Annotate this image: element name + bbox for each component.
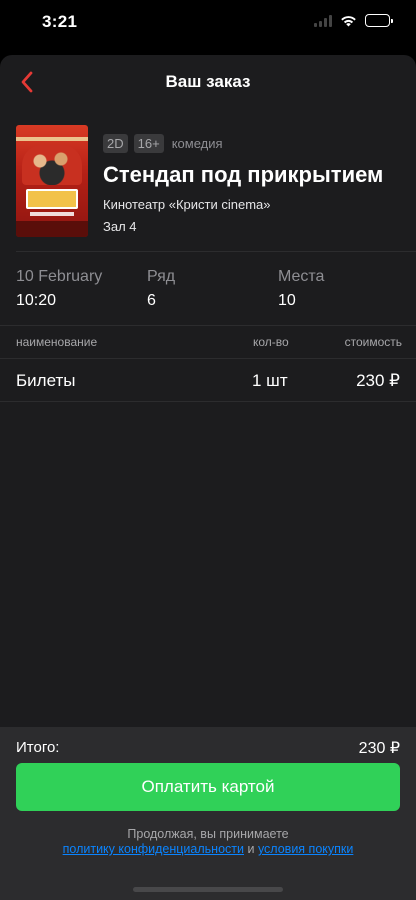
status-bar: 3:21: [0, 0, 416, 46]
format-badge: 2D: [103, 133, 128, 153]
item-cost: 230 ₽: [356, 371, 400, 390]
movie-poster: [16, 125, 88, 237]
session-date: 10 February 10:20: [16, 268, 102, 310]
movie-title: Стендап под прикрытием: [103, 162, 384, 187]
status-icons: [314, 14, 393, 27]
order-sheet: Ваш заказ 2D 16+ комедия Стендап под при…: [0, 55, 416, 900]
order-table-header: наименование кол-во стоимость: [0, 326, 416, 358]
consent-and: и: [247, 842, 255, 856]
session-seats: Места 10: [278, 268, 324, 310]
page-title: Ваш заказ: [165, 72, 251, 91]
seats-value: 10: [278, 292, 296, 309]
date-label: 10 February: [16, 268, 103, 285]
total-label: Итого:: [16, 739, 60, 756]
column-name-header: наименование: [16, 335, 98, 349]
item-name: Билеты: [16, 371, 76, 390]
battery-icon: [365, 14, 393, 27]
session-details: 10 February 10:20 Ряд 6 Места 10: [0, 252, 416, 325]
seats-label: Места: [278, 268, 325, 285]
home-indicator: [133, 887, 283, 892]
movie-card: 2D 16+ комедия Стендап под прикрытием Ки…: [0, 111, 416, 251]
checkout-footer: Итого: 230 ₽ Оплатить картой Продолжая, …: [0, 727, 416, 900]
privacy-policy-link[interactable]: политику конфиденциальности: [63, 842, 244, 856]
divider: [0, 401, 416, 402]
movie-info: 2D 16+ комедия Стендап под прикрытием Ки…: [103, 133, 406, 234]
genre-label: комедия: [171, 135, 223, 151]
row-label: Ряд: [147, 268, 176, 285]
status-time: 3:21: [42, 12, 78, 31]
movie-tags: 2D 16+ комедия: [103, 133, 406, 153]
age-rating-badge: 16+: [133, 133, 164, 153]
pay-by-card-button[interactable]: Оплатить картой: [16, 763, 400, 811]
cinema-name: Кинотеатр «Кристи cinema»: [103, 197, 271, 212]
time-value: 10:20: [16, 292, 57, 309]
session-row: Ряд 6: [147, 268, 175, 310]
row-value: 6: [147, 292, 156, 309]
table-row: Билеты 1 шт 230 ₽: [0, 359, 416, 401]
column-qty-header: кол-во: [253, 335, 289, 349]
purchase-terms-link[interactable]: условия покупки: [258, 842, 353, 856]
wifi-icon: [341, 15, 356, 26]
nav-bar: Ваш заказ: [0, 55, 416, 111]
item-qty: 1 шт: [252, 371, 288, 390]
cellular-signal-icon: [314, 14, 332, 27]
consent-text: Продолжая, вы принимаете политику конфид…: [0, 827, 416, 857]
hall-name: Зал 4: [103, 219, 137, 234]
total-value: 230 ₽: [358, 740, 400, 757]
column-cost-header: стоимость: [344, 335, 402, 349]
consent-line: Продолжая, вы принимаете: [127, 827, 289, 841]
